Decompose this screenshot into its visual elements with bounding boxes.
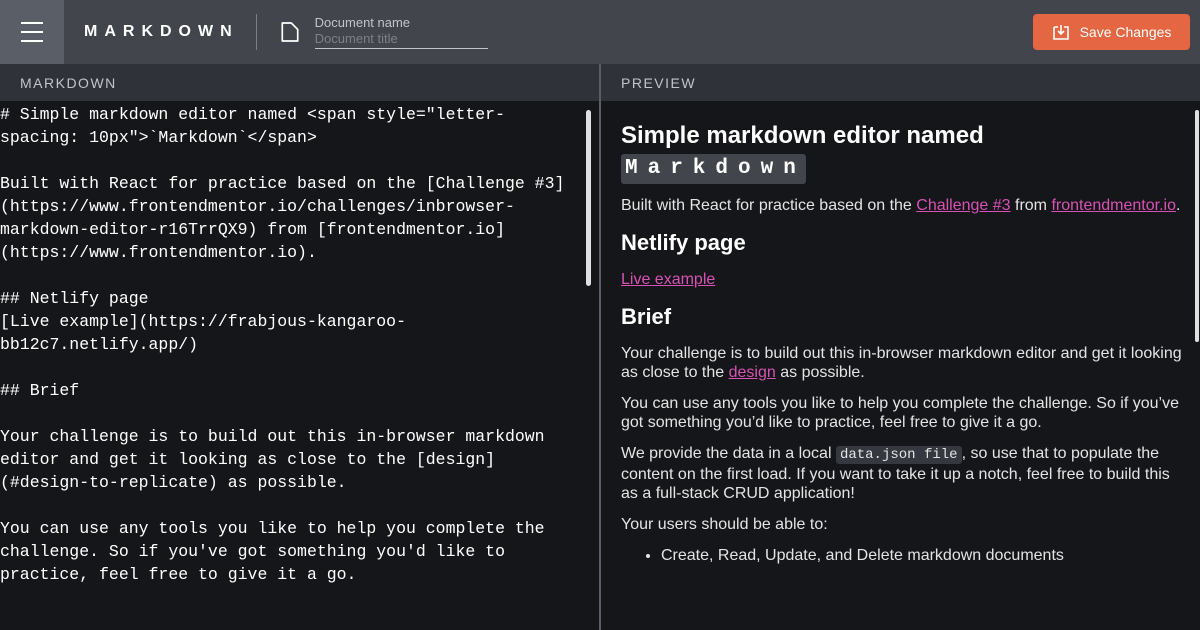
- editor-line: Your challenge is to build out this in-b…: [0, 427, 555, 492]
- document-name-field: Document name: [314, 15, 488, 49]
- hamburger-icon-line: [21, 40, 43, 42]
- netlify-heading: Netlify page: [621, 230, 746, 255]
- divider: [255, 14, 257, 50]
- brief-heading: Brief: [621, 304, 672, 329]
- intro-paragraph: Built with React for practice based on t…: [621, 196, 1188, 215]
- hamburger-icon-line: [21, 31, 43, 33]
- heading-text: Simple markdown editor named: [621, 122, 984, 149]
- users-paragraph: Your users should be able to:: [621, 516, 828, 533]
- markdown-editor[interactable]: # Simple markdown editor named <span sty…: [0, 101, 599, 630]
- markdown-pane-header: MARKDOWN: [0, 64, 599, 101]
- data-paragraph: We provide the data in a local data.json…: [621, 444, 1188, 503]
- preview-heading: Simple markdown editor named Markdown: [621, 121, 1188, 184]
- save-icon: [1052, 25, 1069, 40]
- live-example-link[interactable]: Live example: [621, 271, 715, 288]
- text: from: [1010, 197, 1052, 214]
- save-label: Save Changes: [1079, 24, 1172, 40]
- inline-code: data.json file: [835, 446, 962, 464]
- design-link[interactable]: design: [729, 364, 776, 381]
- preview-pane-header: PREVIEW: [601, 64, 1200, 101]
- text: .: [1175, 197, 1181, 214]
- text: Built with React for practice based on t…: [621, 197, 917, 214]
- save-changes-button[interactable]: Save Changes: [1033, 14, 1190, 50]
- editor-line: # Simple markdown editor named <span sty…: [0, 105, 505, 147]
- document-title-input[interactable]: [314, 30, 488, 49]
- editor-line: You can use any tools you like to help y…: [0, 519, 555, 584]
- text: We provide the data in a local: [621, 445, 836, 462]
- brand-logo: MARKDOWN: [84, 23, 239, 40]
- challenge-link[interactable]: Challenge #3: [916, 197, 1010, 214]
- list-item: Create, Read, Update, and Delete markdow…: [661, 546, 1188, 565]
- top-bar: MARKDOWN Document name Save Changes: [0, 0, 1200, 64]
- hamburger-icon: [21, 22, 43, 24]
- text: Your challenge is to build out this in-b…: [621, 345, 1182, 381]
- text: as possible.: [775, 364, 865, 381]
- editor-line: [Live example](https://frabjous-kangaroo…: [0, 312, 406, 354]
- preview-pane: Simple markdown editor named Markdown Bui…: [601, 101, 1200, 630]
- frontendmentor-link[interactable]: frontendmentor.io: [1051, 197, 1176, 214]
- heading-code: Markdown: [621, 154, 806, 184]
- editor-line: Built with React for practice based on t…: [0, 174, 565, 262]
- editor-line: ## Brief: [0, 381, 80, 400]
- document-name-label: Document name: [314, 15, 411, 30]
- feature-list: Create, Read, Update, and Delete markdow…: [621, 546, 1188, 565]
- editor-scrollbar[interactable]: [586, 110, 591, 286]
- document-icon: [281, 22, 299, 42]
- preview-scrollbar[interactable]: [1195, 110, 1199, 342]
- brief-paragraph: Your challenge is to build out this in-b…: [621, 344, 1188, 382]
- tools-paragraph: You can use any tools you like to help y…: [621, 395, 1179, 431]
- menu-button[interactable]: [0, 0, 64, 64]
- editor-line: ## Netlify page: [0, 289, 149, 308]
